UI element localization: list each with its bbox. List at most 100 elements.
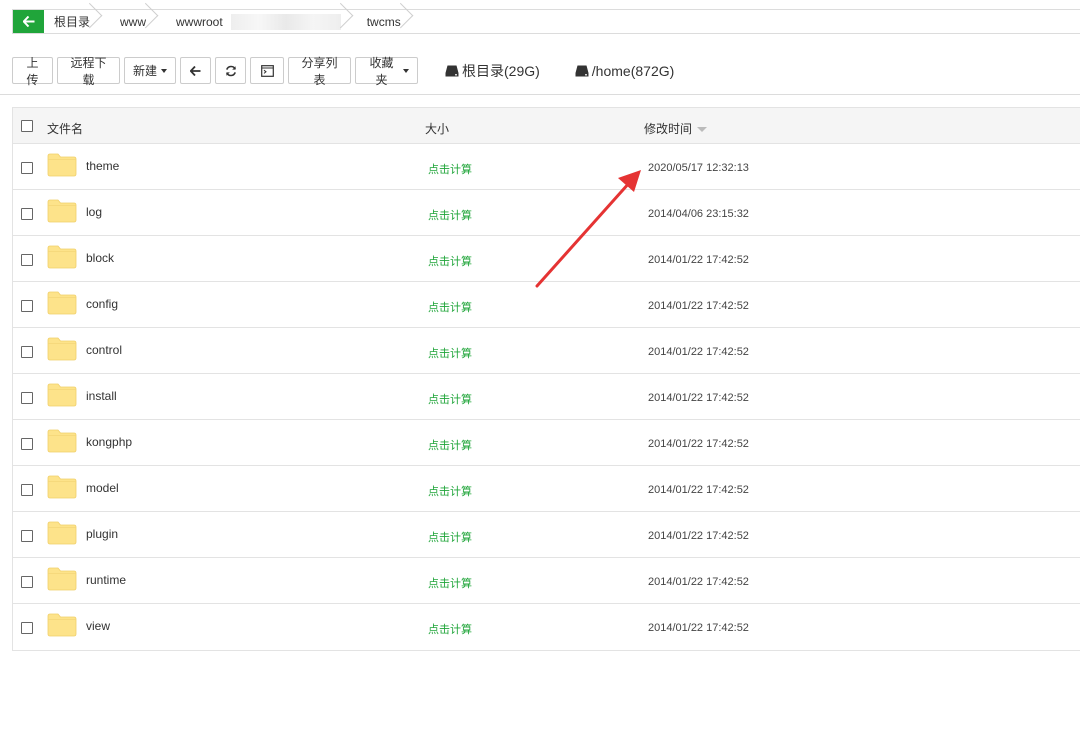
folder-icon xyxy=(47,567,77,591)
terminal-button[interactable] xyxy=(250,57,284,84)
table-row[interactable]: control 点击计算 2014/01/22 17:42:52 xyxy=(13,328,1080,374)
remote-download-button[interactable]: 远程下载 xyxy=(57,56,120,87)
file-name[interactable]: theme xyxy=(86,159,119,173)
row-checkbox[interactable] xyxy=(21,576,33,588)
hard-drive-icon xyxy=(575,65,589,76)
calc-size-link[interactable]: 点击计算 xyxy=(428,575,472,591)
file-name[interactable]: plugin xyxy=(86,527,118,541)
row-checkbox[interactable] xyxy=(21,254,33,266)
file-name[interactable]: install xyxy=(86,389,117,403)
calc-size-link[interactable]: 点击计算 xyxy=(428,483,472,499)
table-header: 文件名 大小 修改时间 xyxy=(13,107,1080,144)
folder-icon xyxy=(47,337,77,361)
file-name[interactable]: view xyxy=(86,619,110,633)
table-row[interactable]: install 点击计算 2014/01/22 17:42:52 xyxy=(13,374,1080,420)
table-row[interactable]: runtime 点击计算 2014/01/22 17:42:52 xyxy=(13,558,1080,604)
folder-icon xyxy=(47,613,77,637)
folder-icon xyxy=(47,429,77,453)
file-name[interactable]: block xyxy=(86,251,114,265)
calc-size-link[interactable]: 点击计算 xyxy=(428,161,472,177)
modified-time: 2020/05/17 12:32:13 xyxy=(648,162,749,174)
breadcrumb-item-root[interactable]: 根目录 xyxy=(44,10,104,33)
row-checkbox[interactable] xyxy=(21,392,33,404)
favorites-label: 收藏夹 xyxy=(369,55,394,87)
calc-size-link[interactable]: 点击计算 xyxy=(428,253,472,269)
modified-time: 2014/01/22 17:42:52 xyxy=(648,392,749,404)
modified-time: 2014/01/22 17:42:52 xyxy=(648,346,749,358)
breadcrumb-item-twcms[interactable]: twcms xyxy=(355,10,415,33)
back-button[interactable] xyxy=(13,10,44,33)
table-row[interactable]: block 点击计算 2014/01/22 17:42:52 xyxy=(13,236,1080,282)
table-row[interactable]: model 点击计算 2014/01/22 17:42:52 xyxy=(13,466,1080,512)
table-row[interactable]: kongphp 点击计算 2014/01/22 17:42:52 xyxy=(13,420,1080,466)
breadcrumb-item-www[interactable]: www xyxy=(104,10,160,33)
column-header-size[interactable]: 大小 xyxy=(425,120,449,137)
folder-icon xyxy=(47,475,77,499)
row-checkbox[interactable] xyxy=(21,162,33,174)
refresh-icon xyxy=(225,65,236,76)
disk-root[interactable]: 根目录(29G) xyxy=(445,61,540,81)
file-name[interactable]: control xyxy=(86,343,122,357)
table-body: theme 点击计算 2020/05/17 12:32:13 log 点击计算 … xyxy=(13,144,1080,650)
modified-time: 2014/01/22 17:42:52 xyxy=(648,576,749,588)
new-label: 新建 xyxy=(133,64,158,78)
breadcrumb-label: www xyxy=(120,14,147,29)
share-list-button[interactable]: 分享列表 xyxy=(288,56,351,87)
table-row[interactable]: plugin 点击计算 2014/01/22 17:42:52 xyxy=(13,512,1080,558)
row-checkbox[interactable] xyxy=(21,208,33,220)
disk-home-label: /home(872G) xyxy=(591,62,675,79)
row-checkbox[interactable] xyxy=(21,438,33,450)
row-checkbox[interactable] xyxy=(21,346,33,358)
go-back-button[interactable] xyxy=(180,57,211,84)
calc-size-link[interactable]: 点击计算 xyxy=(428,621,472,637)
table-row[interactable]: config 点击计算 2014/01/22 17:42:52 xyxy=(13,282,1080,328)
table-row[interactable]: view 点击计算 2014/01/22 17:42:52 xyxy=(13,604,1080,650)
column-header-name[interactable]: 文件名 xyxy=(47,120,83,137)
column-header-mtime-label: 修改时间 xyxy=(644,122,693,136)
row-checkbox[interactable] xyxy=(21,300,33,312)
refresh-button[interactable] xyxy=(215,57,246,84)
file-name[interactable]: config xyxy=(86,297,118,311)
row-checkbox[interactable] xyxy=(21,622,33,634)
disk-home[interactable]: /home(872G) xyxy=(575,63,674,79)
calc-size-link[interactable]: 点击计算 xyxy=(428,345,472,361)
file-name[interactable]: runtime xyxy=(86,573,126,587)
file-name[interactable]: kongphp xyxy=(86,435,132,449)
calc-size-link[interactable]: 点击计算 xyxy=(428,207,472,223)
calc-size-link[interactable]: 点击计算 xyxy=(428,437,472,453)
caret-down-icon xyxy=(161,69,167,73)
folder-icon xyxy=(47,521,77,545)
caret-down-icon xyxy=(403,69,409,73)
column-header-mtime[interactable]: 修改时间 xyxy=(644,120,708,137)
row-checkbox[interactable] xyxy=(21,484,33,496)
file-name[interactable]: log xyxy=(86,205,102,219)
table-row[interactable]: log 点击计算 2014/04/06 23:15:32 xyxy=(13,190,1080,236)
arrow-left-icon xyxy=(190,65,201,76)
file-table: 文件名 大小 修改时间 theme 点击计算 2020/05/17 12:32:… xyxy=(12,107,1080,651)
breadcrumb: 根目录 www wwwroot twcms xyxy=(12,9,1080,34)
favorites-dropdown-button[interactable]: 收藏夹 xyxy=(355,56,418,87)
modified-time: 2014/01/22 17:42:52 xyxy=(648,484,749,496)
breadcrumb-label: wwwroot xyxy=(176,14,223,29)
calc-size-link[interactable]: 点击计算 xyxy=(428,391,472,407)
folder-icon xyxy=(47,245,77,269)
breadcrumb-label: 根目录 xyxy=(54,15,91,29)
breadcrumb-label: twcms xyxy=(366,14,401,29)
arrow-left-icon xyxy=(22,16,34,27)
modified-time: 2014/01/22 17:42:52 xyxy=(648,300,749,312)
file-name[interactable]: model xyxy=(86,481,119,495)
calc-size-link[interactable]: 点击计算 xyxy=(428,299,472,315)
breadcrumb-item-wwwroot[interactable]: wwwroot xyxy=(160,10,355,33)
folder-icon xyxy=(47,383,77,407)
select-all-checkbox[interactable] xyxy=(21,120,33,132)
modified-time: 2014/01/22 17:42:52 xyxy=(648,254,749,266)
row-checkbox[interactable] xyxy=(21,530,33,542)
terminal-icon xyxy=(260,64,274,77)
upload-button[interactable]: 上传 xyxy=(12,56,53,87)
modified-time: 2014/01/22 17:42:52 xyxy=(648,622,749,634)
new-dropdown-button[interactable]: 新建 xyxy=(124,57,176,84)
divider xyxy=(0,94,1080,95)
calc-size-link[interactable]: 点击计算 xyxy=(428,529,472,545)
redacted-region xyxy=(230,13,341,30)
table-row[interactable]: theme 点击计算 2020/05/17 12:32:13 xyxy=(13,144,1080,190)
